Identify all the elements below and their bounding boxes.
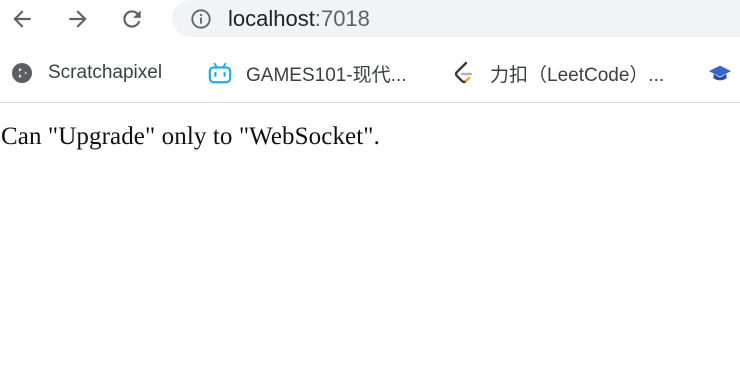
graduation-cap-favicon (708, 61, 732, 85)
arrow-left-icon (13, 10, 31, 28)
page-message: Can "Upgrade" only to "WebSocket". (1, 123, 380, 150)
bookmark-leetcode[interactable]: 力扣（LeetCode）... (452, 58, 664, 88)
browser-toolbar: localhost:7018 (0, 0, 740, 38)
bookmark-label: Scratchapixel (48, 62, 163, 83)
url-host: localhost (228, 6, 315, 31)
forward-button[interactable] (62, 3, 94, 35)
reload-button[interactable] (116, 3, 148, 35)
info-icon[interactable] (190, 8, 212, 30)
bilibili-favicon (208, 61, 232, 85)
leetcode-favicon (452, 61, 476, 85)
url-text[interactable]: localhost:7018 (228, 5, 370, 32)
arrow-right-icon (69, 10, 87, 28)
bookmark-graduation[interactable] (708, 58, 740, 88)
url-port: :7018 (314, 6, 370, 31)
bookmark-scratchapixel[interactable]: Scratchapixel (10, 58, 162, 88)
page-content: Can "Upgrade" only to "WebSocket". (0, 103, 740, 390)
reload-icon (123, 10, 141, 28)
scratchapixel-favicon (10, 61, 34, 85)
back-button[interactable] (6, 3, 38, 35)
bookmark-label: GAMES101-现代... (246, 64, 407, 86)
bookmarks-bar: Scratchapixel GAMES101-现代... 力扣（LeetCode… (0, 50, 740, 96)
address-bar[interactable]: localhost:7018 (172, 0, 740, 37)
bookmark-games101[interactable]: GAMES101-现代... (208, 58, 407, 88)
bookmark-label: 力扣（LeetCode）... (490, 64, 665, 86)
